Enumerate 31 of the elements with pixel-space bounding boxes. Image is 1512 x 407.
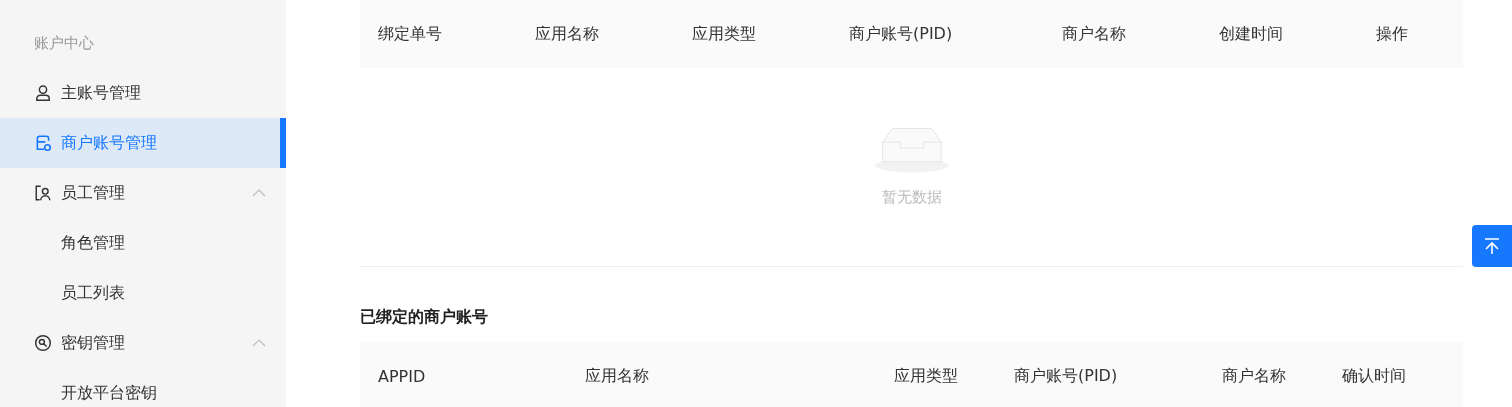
item-label: 密钥管理	[61, 332, 126, 354]
column-header: 商户账号(PID)	[849, 23, 954, 45]
column-header: 操作	[1376, 23, 1409, 45]
column-header: 商户名称	[1062, 23, 1127, 45]
user-icon	[34, 84, 52, 102]
sidebar-item[interactable]: 员工管理	[0, 168, 286, 218]
section-title: 已绑定的商户账号	[360, 307, 489, 328]
column-header: 创建时间	[1219, 23, 1284, 45]
sidebar-subitem[interactable]: 角色管理	[0, 218, 286, 268]
group-label: 账户中心	[33, 33, 95, 54]
column-header: 商户名称	[1222, 365, 1287, 387]
sidebar-subitem[interactable]: 开放平台密钥	[0, 368, 286, 407]
column-header: 确认时间	[1342, 365, 1407, 387]
shop-icon	[34, 134, 52, 152]
sidebar-item[interactable]: 密钥管理	[0, 318, 286, 368]
column-header: 应用类型	[692, 23, 757, 45]
back-to-top-button[interactable]	[1472, 225, 1512, 267]
column-header: 应用名称	[535, 23, 600, 45]
column-header: 商户账号(PID)	[1014, 365, 1119, 387]
column-header: 绑定单号	[378, 23, 443, 45]
column-header: 应用名称	[585, 365, 650, 387]
sidebar-subitem[interactable]: 员工列表	[0, 268, 286, 318]
empty-text: 暂无数据	[881, 188, 942, 207]
column-header: 应用类型	[894, 365, 959, 387]
item-label: 商户账号管理	[61, 132, 158, 154]
sidebar-item[interactable]: 主账号管理	[0, 68, 286, 118]
item-label: 主账号管理	[61, 82, 142, 104]
staff-icon	[34, 184, 52, 202]
item-label: 员工管理	[61, 182, 126, 204]
column-header: APPID	[378, 366, 427, 386]
arrow-up-icon	[1482, 236, 1502, 256]
